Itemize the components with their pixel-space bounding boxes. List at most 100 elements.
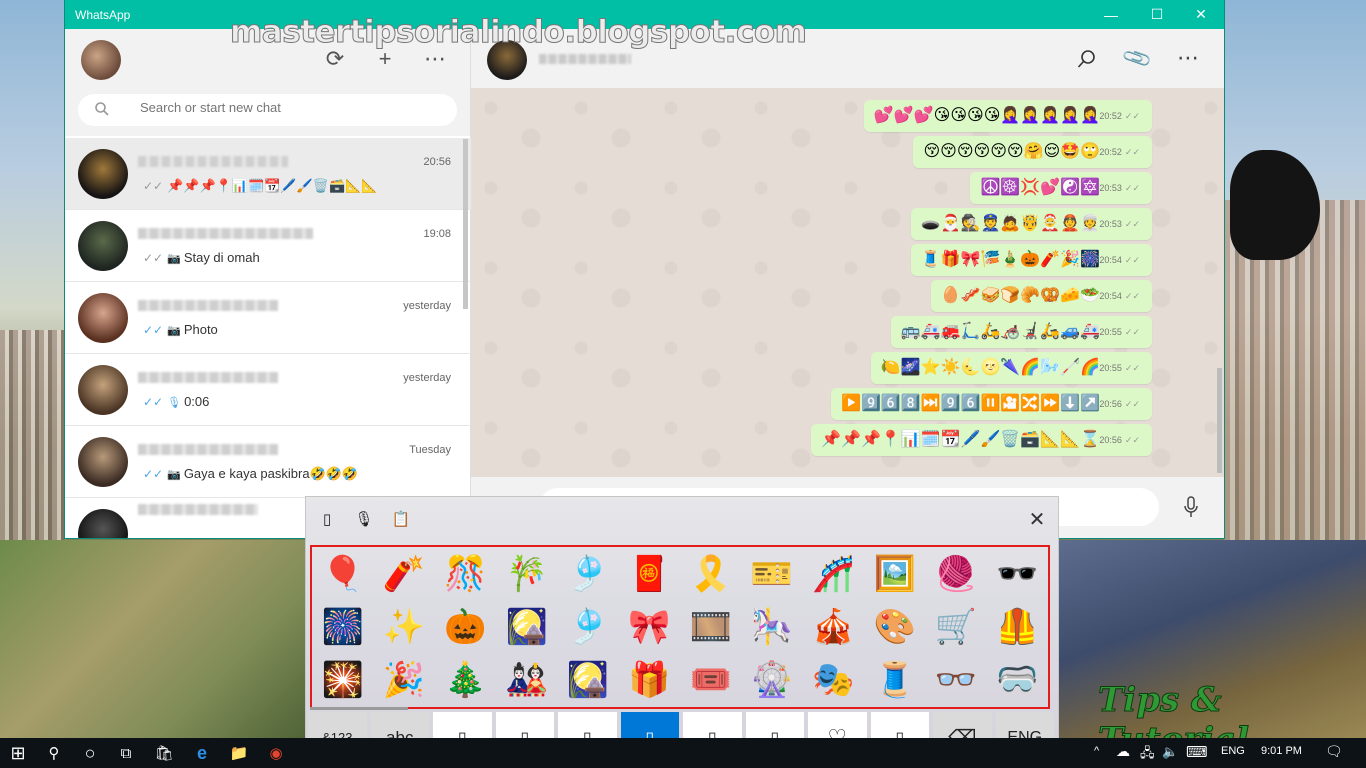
emoji-key[interactable]: 🎭 xyxy=(812,663,854,697)
contact-name-blurred xyxy=(138,228,313,239)
contact-name-blurred xyxy=(138,372,278,383)
emoji-key[interactable]: 🎠 xyxy=(751,610,793,644)
chrome-icon[interactable]: ◉ xyxy=(264,741,288,765)
network-icon[interactable]: 🖧 xyxy=(1140,744,1155,766)
emoji-key[interactable]: 🎐 xyxy=(567,557,609,591)
emoji-key[interactable]: 🎡 xyxy=(751,663,793,697)
emoji-key[interactable]: 🎎 xyxy=(505,663,547,697)
message-bubble[interactable]: 🥚🥓🥪🍞🥐🥨🧀🥗 20:54 ✓✓ xyxy=(930,280,1152,312)
emoji-key[interactable]: 🎁 xyxy=(628,663,670,697)
volume-icon[interactable]: 🔈 xyxy=(1162,744,1178,760)
search-box[interactable] xyxy=(78,94,457,126)
message-bubble[interactable]: 🧵🎁🎀🎏🎍🎃🧨🎉🎆 20:54 ✓✓ xyxy=(910,244,1152,276)
store-icon[interactable]: 🛍 xyxy=(152,741,176,765)
emoji-key[interactable]: 🖼️ xyxy=(873,557,915,591)
emoji-key[interactable]: 🧵 xyxy=(873,663,915,697)
search-icon[interactable]: ⚲ xyxy=(42,741,66,765)
emoji-key[interactable]: 🕶️ xyxy=(996,557,1038,591)
message-time: 20:54 ✓✓ xyxy=(1099,291,1140,301)
contact-avatar xyxy=(78,149,128,199)
start-icon[interactable]: ⊞ xyxy=(6,741,30,765)
emoji-key[interactable]: 🎈 xyxy=(321,557,363,591)
emoji-key[interactable]: 🎢 xyxy=(812,557,854,591)
emoji-key[interactable]: 🎀 xyxy=(628,610,670,644)
message-bubble[interactable]: 💕💕💕😘😘😘😘🤦‍♀️🤦‍♀️🤦‍♀️🤦‍♀️🤦‍♀️ 20:52 ✓✓ xyxy=(863,100,1152,132)
chat-item[interactable]: 19:08 ✓✓ 📷 Stay di omah xyxy=(65,210,471,282)
emoji-key[interactable]: 🎆 xyxy=(321,610,363,644)
chat-list-panel: ⟳ + ⋯ 20:56 ✓✓📌📌📌📍📊🗓️📆🖊️🖌️🗑️🗃️📐📐 19:08 xyxy=(65,29,471,538)
message-scrollbar[interactable] xyxy=(1217,368,1222,473)
search-icon xyxy=(95,102,109,116)
contact-name-blurred xyxy=(138,300,278,311)
close-button[interactable]: ✕ xyxy=(1178,0,1224,29)
dictation-mic-icon[interactable]: 🎙 xyxy=(352,508,376,530)
emoji-key[interactable]: 🎐 xyxy=(567,610,609,644)
emoji-key[interactable]: 🎞️ xyxy=(689,610,731,644)
maximize-button[interactable]: ☐ xyxy=(1134,0,1180,29)
microphone-icon: 🎙 xyxy=(167,397,182,409)
message-bubble[interactable]: 🚌🚑🚒🛴🛵🦽🦼🛵🚙🚑 20:55 ✓✓ xyxy=(890,316,1152,348)
menu-icon[interactable]: ⋯ xyxy=(1177,45,1199,71)
search-icon[interactable] xyxy=(1077,49,1097,69)
message-time: 20:54 ✓✓ xyxy=(1099,255,1140,265)
emoji-key[interactable]: 🧶 xyxy=(935,557,977,591)
emoji-key[interactable]: 🎋 xyxy=(505,557,547,591)
emoji-key[interactable]: 🎟️ xyxy=(689,663,731,697)
minimize-button[interactable]: — xyxy=(1088,0,1134,29)
camera-icon: 📷 xyxy=(167,469,181,481)
emoji-key[interactable]: 🧨 xyxy=(383,557,425,591)
chat-list-scrollbar[interactable] xyxy=(463,139,468,309)
background-jacket xyxy=(1230,150,1320,260)
chat-item[interactable]: Tuesday ✓✓ 📷 Gaya e kaya paskibra🤣🤣🤣 xyxy=(65,426,471,498)
message-text: 💕💕💕😘😘😘😘🤦‍♀️🤦‍♀️🤦‍♀️🤦‍♀️🤦‍♀️ xyxy=(873,107,1100,124)
message-bubble[interactable]: 📌📌📌📍📊🗓️📆🖊️🖌️🗑️🗃️📐📐⌛ 20:56 ✓✓ xyxy=(811,424,1152,456)
emoji-key[interactable]: 🎄 xyxy=(444,663,486,697)
file-explorer-icon[interactable]: 📁 xyxy=(227,741,251,765)
emoji-key[interactable]: 🎑 xyxy=(505,610,547,644)
emoji-key[interactable]: 🥽 xyxy=(996,663,1038,697)
emoji-key[interactable]: ✨ xyxy=(383,610,425,644)
emoji-key[interactable]: 🎃 xyxy=(444,610,486,644)
emoji-key[interactable]: 🧧 xyxy=(628,557,670,591)
touch-keyboard-icon[interactable]: ⌨ xyxy=(1186,743,1208,761)
emoji-key[interactable]: 🦺 xyxy=(996,610,1038,644)
emoji-key[interactable]: 🎑 xyxy=(567,663,609,697)
tray-chevron-icon[interactable]: ^ xyxy=(1094,745,1099,757)
message-bubble[interactable]: 🍋🌌⭐☀️🌜🌝🌂🌈🌬️🦯🌈 20:55 ✓✓ xyxy=(870,352,1152,384)
emoji-key[interactable]: 🛒 xyxy=(935,610,977,644)
emoji-key[interactable]: 🎗️ xyxy=(689,557,731,591)
task-view-icon[interactable]: ⧉ xyxy=(114,741,138,765)
message-bubble[interactable]: 😚😚😚😚😚😚🤗😌🤩🙄 20:52 ✓✓ xyxy=(913,136,1152,168)
attach-icon[interactable]: 📎 xyxy=(1120,41,1154,75)
edge-icon[interactable]: e xyxy=(190,741,214,765)
emoji-key[interactable]: 🎊 xyxy=(444,557,486,591)
emoji-key[interactable]: 🎉 xyxy=(383,663,425,697)
conversation-panel: 📎 ⋯ 💕💕💕😘😘😘😘🤦‍♀️🤦‍♀️🤦‍♀️🤦‍♀️🤦‍♀️ 20:52 ✓✓ 😚… xyxy=(471,29,1224,538)
message-bubble[interactable]: ☮️☸️💢💕☯️🔯 20:53 ✓✓ xyxy=(970,172,1152,204)
double-tick-icon: ✓✓ xyxy=(1124,399,1140,409)
microphone-icon[interactable] xyxy=(1183,496,1199,518)
emoji-key[interactable]: 🎨 xyxy=(873,610,915,644)
message-bubble[interactable]: ▶️9️⃣6️⃣8️⃣⏭️9️⃣6️⃣⏸️🎦🔀⏩⬇️↗️ 20:56 ✓✓ xyxy=(831,388,1152,420)
my-avatar[interactable] xyxy=(81,40,121,80)
emoji-scroll-indicator xyxy=(310,707,408,710)
input-language[interactable]: ENG xyxy=(1221,745,1245,757)
emoji-key[interactable]: 🎪 xyxy=(812,610,854,644)
keyboard-close-icon[interactable]: ✕ xyxy=(1024,506,1050,532)
message-bubble[interactable]: 🕳️🎅🕵️👮🙇🤴🤶👲👳 20:53 ✓✓ xyxy=(910,208,1152,240)
chat-item[interactable]: 20:56 ✓✓ 📌📌📌📍📊🗓️📆🖊️🖌️🗑️🗃️📐📐 xyxy=(65,138,471,210)
chat-time: 19:08 xyxy=(423,228,451,240)
emoji-key[interactable]: 👓 xyxy=(935,663,977,697)
search-input[interactable] xyxy=(140,100,420,115)
keyboard-layout-icon[interactable]: ▯ xyxy=(315,508,339,530)
onedrive-icon[interactable]: ☁ xyxy=(1116,743,1130,760)
chat-item[interactable]: yesterday ✓✓ 📷 Photo xyxy=(65,282,471,354)
clipboard-icon[interactable]: 📋 xyxy=(389,508,413,530)
notifications-icon[interactable]: 🗨 xyxy=(1325,743,1343,760)
emoji-key[interactable]: 🎫 xyxy=(751,557,793,591)
emoji-key[interactable]: 🎇 xyxy=(321,663,363,697)
clock[interactable]: 9:01 PM xyxy=(1261,745,1302,757)
cortana-icon[interactable]: ○ xyxy=(78,741,102,765)
chat-item[interactable]: yesterday ✓✓ 🎙 0:06 xyxy=(65,354,471,426)
contact-name-blurred[interactable] xyxy=(539,54,631,64)
